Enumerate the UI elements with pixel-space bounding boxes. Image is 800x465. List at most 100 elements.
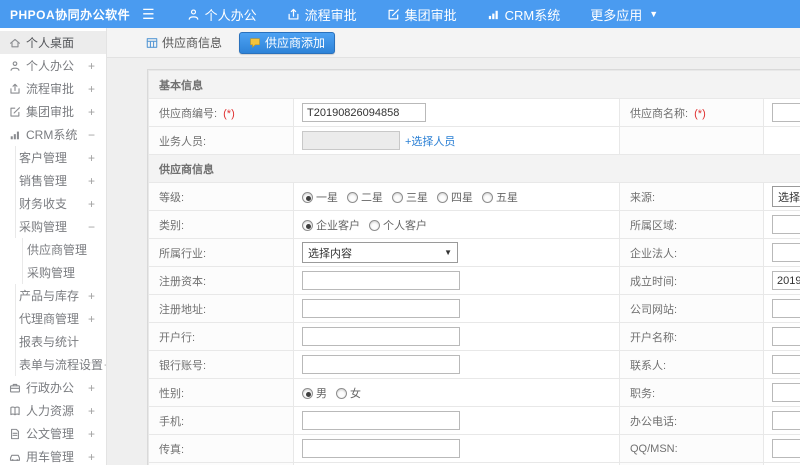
form-text-input[interactable] [772, 411, 800, 430]
sidebar-item[interactable]: 客户管理 + [0, 146, 106, 169]
sidebar-item[interactable]: 个人办公 + [0, 54, 106, 77]
radio-label: 四星 [451, 191, 473, 204]
form-select[interactable]: 选择内容▼ [772, 186, 800, 207]
radio-button[interactable] [302, 219, 313, 231]
form-text-input[interactable] [772, 299, 800, 318]
radio-option[interactable]: 二星 [347, 191, 383, 204]
select-person-link[interactable]: +选择人员 [405, 136, 455, 148]
sidebar-item[interactable]: 用车管理 + [0, 445, 106, 465]
form-text-input[interactable] [772, 355, 800, 374]
field-label: 类别: [159, 219, 185, 232]
expander-icon[interactable]: + [88, 174, 95, 188]
radio-option[interactable]: 四星 [437, 191, 473, 204]
form-text-input[interactable] [302, 299, 460, 318]
radio-option[interactable]: 个人客户 [369, 219, 427, 232]
topnav-item[interactable]: CRM系统 [487, 5, 560, 24]
sidebar-item[interactable]: 个人桌面 [0, 31, 106, 54]
form-text-input[interactable] [302, 271, 460, 290]
expander-icon[interactable]: − [88, 128, 95, 142]
form-text-input[interactable] [302, 355, 460, 374]
sidebar-item[interactable]: 供应商管理 [0, 238, 106, 261]
label-cell: 手机: [148, 406, 294, 435]
expander-icon[interactable]: + [88, 105, 95, 119]
expander-icon[interactable]: + [88, 59, 95, 73]
topnav-item[interactable]: 更多应用 ▼ [590, 5, 658, 24]
sidebar-item[interactable]: 报表与统计 [0, 330, 106, 353]
radio-option[interactable]: 三星 [392, 191, 428, 204]
form-select[interactable]: 选择内容▼ [302, 242, 458, 263]
form-text-input[interactable] [772, 383, 800, 402]
expander-icon[interactable]: + [88, 381, 95, 395]
bubble-icon [249, 37, 261, 49]
radio-button[interactable] [302, 387, 313, 399]
expander-icon[interactable]: + [88, 427, 95, 441]
form-row: 注册资本: 成立时间: [148, 266, 800, 295]
radio-button[interactable] [302, 191, 313, 203]
field-cell [293, 406, 620, 435]
tab[interactable]: 供应商信息 [137, 32, 231, 54]
form-text-input[interactable] [772, 103, 800, 122]
sidebar-item[interactable]: 流程审批 + [0, 77, 106, 100]
sidebar-item[interactable]: 集团审批 + [0, 100, 106, 123]
expander-icon[interactable]: + [88, 450, 95, 464]
sidebar-item[interactable]: 人力资源 + [0, 399, 106, 422]
sidebar-item-label: 报表与统计 [19, 335, 80, 349]
expander-icon[interactable]: + [88, 82, 95, 96]
form-text-input[interactable] [772, 271, 800, 290]
hamburger-menu-icon[interactable]: ☰ [142, 6, 155, 23]
radio-label: 五星 [496, 191, 518, 204]
topnav-item[interactable]: 流程审批 [287, 5, 357, 24]
expander-icon[interactable]: + [88, 151, 95, 165]
topnav-item[interactable]: 个人办公 [187, 5, 257, 24]
field-cell [763, 294, 800, 323]
form-text-input[interactable] [302, 439, 460, 458]
form-text-input[interactable] [772, 243, 800, 262]
expander-icon[interactable]: − [88, 220, 95, 234]
sidebar-item-label: 供应商管理 [27, 243, 88, 257]
sidebar-item[interactable]: 财务收支 + [0, 192, 106, 215]
topnav-item[interactable]: 集团审批 [387, 5, 457, 24]
expander-icon[interactable]: + [88, 289, 95, 303]
field-label: 职务: [630, 387, 656, 400]
form-text-input[interactable] [772, 327, 800, 346]
tab[interactable]: 供应商添加 [239, 31, 336, 54]
doc-icon [9, 428, 21, 440]
radio-button[interactable] [369, 219, 380, 231]
expander-icon[interactable]: + [88, 312, 95, 326]
sidebar-item[interactable]: 采购管理 [0, 261, 106, 284]
form-text-input[interactable] [772, 215, 800, 234]
person-picker-input[interactable] [302, 131, 400, 150]
form-text-input[interactable] [302, 327, 460, 346]
sidebar-item[interactable]: CRM系统 − [0, 123, 106, 146]
radio-option[interactable]: 男 [302, 387, 327, 400]
label-cell: 开户名称: [619, 322, 764, 351]
label-cell: 等级: [148, 182, 294, 211]
radio-option[interactable]: 女 [336, 387, 361, 400]
field-cell [763, 126, 800, 155]
sidebar-item[interactable]: 公文管理 + [0, 422, 106, 445]
radio-option[interactable]: 一星 [302, 191, 338, 204]
radio-button[interactable] [482, 191, 493, 203]
radio-button[interactable] [347, 191, 358, 203]
sidebar-item[interactable]: 行政办公 + [0, 376, 106, 399]
radio-option[interactable]: 企业客户 [302, 219, 360, 232]
radio-button[interactable] [336, 387, 347, 399]
radio-button[interactable] [392, 191, 403, 203]
sidebar-item[interactable]: 采购管理 − [0, 215, 106, 238]
briefcase-icon [9, 382, 21, 394]
expander-icon[interactable]: + [88, 197, 95, 211]
sidebar-item[interactable]: 产品与库存 + [0, 284, 106, 307]
radio-button[interactable] [437, 191, 448, 203]
form-row: 类别: 企业客户 个人客户 所属区域: [148, 210, 800, 239]
radio-label: 女 [350, 387, 361, 400]
sidebar-item[interactable]: 销售管理 + [0, 169, 106, 192]
sidebar-item[interactable]: 表单与流程设置+ [0, 353, 106, 376]
radio-option[interactable]: 五星 [482, 191, 518, 204]
sidebar-item[interactable]: 代理商管理 + [0, 307, 106, 330]
form-text-input[interactable] [772, 439, 800, 458]
expander-icon[interactable]: + [88, 404, 95, 418]
form-text-input[interactable] [302, 411, 460, 430]
field-label: 所属行业: [159, 247, 207, 260]
form-row: 手机: 办公电话: [148, 406, 800, 435]
form-text-input[interactable] [302, 103, 426, 122]
